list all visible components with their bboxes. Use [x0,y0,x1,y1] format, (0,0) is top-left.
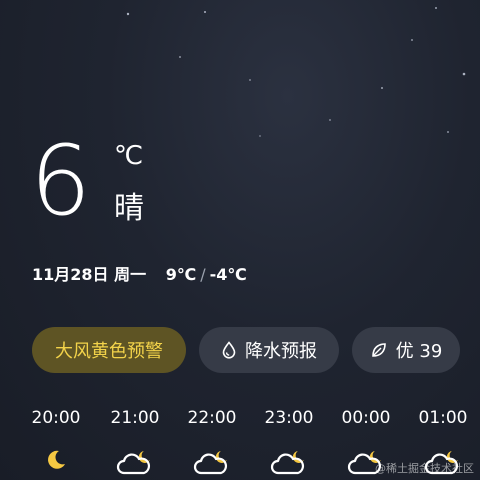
watermark: @稀土掘金技术社区 [375,462,474,475]
date-label: 11月28日 [32,265,109,284]
hour-time: 00:00 [341,408,391,428]
precipitation-forecast-button[interactable]: 降水预报 [199,327,339,373]
leaf-icon [370,341,388,359]
current-temperature: 6 [30,125,91,237]
cloudy-night-icon [116,451,151,475]
hourly-item: 21:00 [105,406,165,476]
low-temperature: -4℃ [209,265,247,284]
cloudy-night-icon [193,451,228,475]
weather-condition: 晴 [114,191,144,226]
wind-warning-chip[interactable]: 大风黄色预警 [32,327,186,373]
droplet-icon [221,341,237,359]
date-summary: 11月28日 周一 9℃ / -4℃ [32,264,247,286]
precipitation-label: 降水预报 [245,341,317,362]
air-quality-button[interactable]: 优 39 [352,327,460,373]
temp-separator: / [200,265,206,284]
high-temperature: 9℃ [165,265,197,284]
hour-time: 01:00 [418,408,468,428]
weekday-label: 周一 [114,265,147,284]
cloudy-night-icon [270,451,305,475]
hourly-item: 22:00 [182,406,242,476]
hour-time: 21:00 [110,408,160,428]
hourly-item: 23:00 [259,406,319,476]
wind-warning-label: 大风黄色预警 [55,341,163,362]
air-quality-label: 优 39 [395,341,443,362]
hour-time: 23:00 [264,408,314,428]
moon-icon [48,450,65,469]
hour-time: 20:00 [31,408,81,428]
hourly-item: 20:00 [26,406,86,472]
temperature-unit: ℃ [114,141,144,171]
hour-time: 22:00 [187,408,237,428]
